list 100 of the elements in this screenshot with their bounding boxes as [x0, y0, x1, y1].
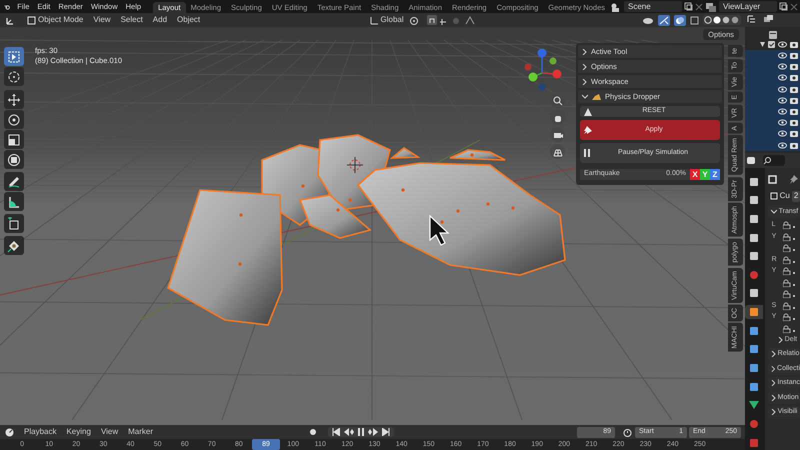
camera-icon — [790, 108, 798, 115]
chevron-right-icon — [582, 48, 588, 54]
stopwatch-icon — [623, 428, 632, 436]
scene-icon — [749, 251, 759, 262]
chevron-right-icon — [770, 366, 776, 372]
tool-button[interactable] — [4, 236, 24, 255]
lock-toggle[interactable] — [782, 267, 796, 276]
mode-dropdown[interactable]: Object Mode — [22, 15, 88, 25]
camera-icon — [790, 86, 798, 93]
view-layer-field[interactable]: ViewLayer — [719, 1, 777, 12]
eye-icon — [778, 52, 787, 60]
camera-icon — [790, 74, 798, 82]
lock-toggle[interactable] — [782, 290, 796, 298]
outliner-row[interactable] — [745, 139, 800, 151]
proportional-icon — [450, 16, 461, 24]
view-control-button[interactable] — [550, 127, 565, 142]
mesh-object[interactable] — [298, 194, 372, 239]
camera-icon — [790, 130, 798, 138]
rotate-tool-icon — [7, 112, 21, 126]
timeline-menu[interactable]: Playback — [19, 427, 62, 437]
object-name-field[interactable]: Cu — [768, 190, 792, 202]
mesh-object[interactable] — [390, 147, 421, 159]
chevron-right-icon — [778, 337, 783, 344]
tool-button[interactable] — [4, 150, 24, 169]
pin-button[interactable] — [789, 174, 798, 184]
next-key-icon — [368, 428, 378, 436]
constraint-icon — [749, 382, 759, 392]
scene-field[interactable]: Scene — [624, 1, 682, 12]
header-menu[interactable]: Select — [116, 15, 148, 25]
header-menu[interactable]: Object — [172, 15, 206, 25]
view-control-button[interactable] — [550, 144, 565, 159]
clock-icon — [5, 428, 14, 436]
tool-button[interactable] — [4, 192, 24, 211]
dropper-tool-icon — [7, 238, 21, 252]
axis-toggle[interactable]: Z — [710, 169, 720, 180]
view-layer-icon — [705, 2, 717, 12]
properties-tab[interactable] — [745, 304, 763, 320]
lock-toggle[interactable] — [782, 324, 796, 333]
header-menu[interactable]: View — [88, 15, 116, 25]
tool-button[interactable] — [4, 110, 24, 129]
pause-icon — [358, 428, 364, 436]
playback-controls[interactable] — [328, 427, 394, 437]
lock-toggle[interactable] — [782, 313, 796, 322]
mesh-object[interactable] — [449, 149, 506, 161]
view-control-button[interactable] — [550, 110, 565, 125]
mesh-object[interactable] — [167, 189, 283, 326]
eye-icon — [778, 74, 787, 82]
view-icon — [749, 232, 759, 242]
physics-icon — [749, 363, 759, 374]
jump-start-icon — [332, 428, 340, 436]
navigation-gizmo-drawing[interactable] — [524, 48, 562, 90]
axis-toggle[interactable]: X — [690, 169, 700, 180]
lock-toggle[interactable] — [782, 244, 796, 252]
mouse-pointer-icon — [429, 214, 450, 246]
outliner-row[interactable] — [745, 50, 800, 62]
timeline-menu[interactable]: Keying — [61, 427, 96, 437]
scene-icon — [610, 2, 622, 12]
falloff-icon — [464, 16, 475, 24]
eye-icon — [778, 119, 787, 126]
copy-icon — [779, 2, 788, 11]
filter-icon — [763, 15, 775, 24]
measure-tool-icon — [7, 194, 21, 208]
tool-button[interactable] — [4, 47, 24, 66]
lock-toggle[interactable] — [782, 256, 796, 264]
warning-icon — [584, 108, 592, 116]
chevron-right-icon — [770, 351, 776, 358]
timeline-menu[interactable]: Marker — [123, 427, 158, 437]
orientation-dropdown[interactable]: Global — [364, 15, 409, 25]
record-button[interactable] — [308, 427, 318, 437]
eye-icon — [778, 108, 787, 115]
eye-icon — [778, 96, 787, 104]
tool-button[interactable] — [4, 67, 24, 86]
pin-icon — [584, 126, 592, 134]
header-menu[interactable]: Add — [148, 15, 172, 25]
tool-button[interactable] — [4, 130, 24, 149]
pause-icon — [584, 149, 590, 157]
camera-icon — [790, 142, 798, 149]
lock-toggle[interactable] — [782, 232, 796, 241]
tool-button[interactable] — [4, 90, 24, 109]
timeline-menu[interactable]: View — [96, 427, 124, 437]
eye-icon — [778, 86, 787, 93]
render-icon — [749, 195, 759, 206]
chevron-right-icon — [582, 64, 588, 70]
cursor-tool-icon — [7, 70, 21, 84]
lock-toggle[interactable] — [782, 302, 796, 310]
chevron-down-icon — [770, 208, 777, 215]
chevron-right-icon — [770, 409, 776, 416]
snap-icon — [426, 15, 447, 25]
select-tool-icon — [7, 50, 21, 64]
tool-button[interactable] — [4, 172, 24, 191]
search-field[interactable] — [763, 154, 785, 166]
close-icon — [695, 2, 703, 10]
lock-toggle[interactable] — [782, 221, 796, 230]
lock-toggle[interactable] — [782, 278, 796, 287]
move-tool-icon — [7, 92, 21, 106]
new-collection-button[interactable] — [768, 30, 776, 39]
overlay-icon — [674, 14, 686, 26]
tool-button[interactable] — [4, 214, 24, 233]
data-icon — [749, 400, 759, 410]
camera-icon — [790, 52, 798, 60]
